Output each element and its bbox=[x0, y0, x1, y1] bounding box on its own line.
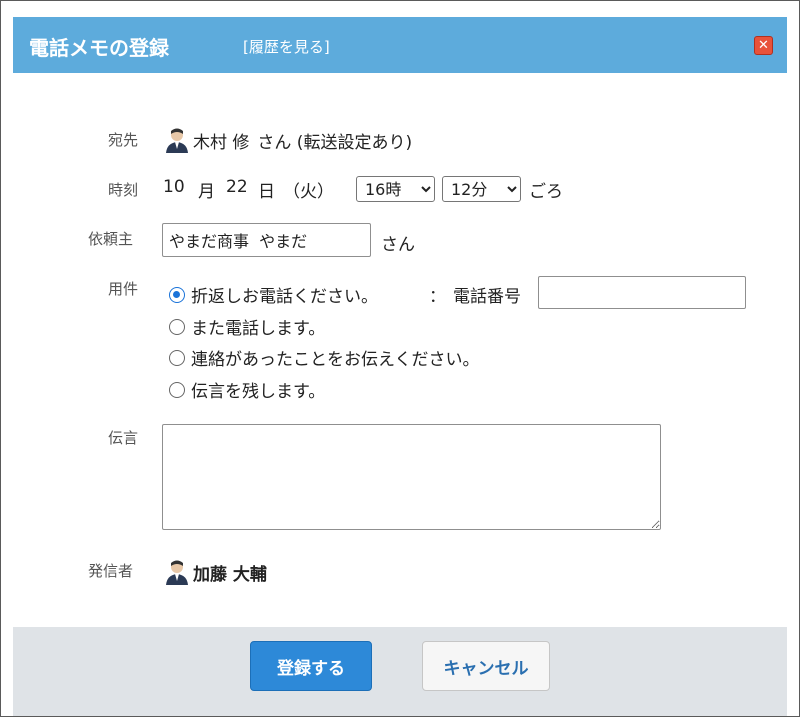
dialog-footer: 登録する キャンセル bbox=[13, 627, 787, 716]
recipient-name: 木村 修 bbox=[193, 132, 250, 153]
phone-number-label: 電話番号 bbox=[453, 287, 521, 307]
purpose-option-label: 伝言を残します。 bbox=[191, 382, 326, 402]
sender-value: 加藤 大輔 bbox=[165, 559, 267, 585]
phone-memo-dialog: 電話メモの登録 [履歴を見る] ✕ 宛先 木村 修 さん (転送設定あり) 時刻… bbox=[0, 0, 800, 717]
view-history-link[interactable]: [履歴を見る] bbox=[243, 36, 330, 57]
phone-separator: ： bbox=[429, 287, 446, 307]
hour-select[interactable]: 16時 bbox=[356, 176, 435, 202]
time-weekday: （火） bbox=[283, 182, 334, 202]
time-day-unit: 日 bbox=[258, 182, 275, 202]
purpose-label: 用件 bbox=[108, 280, 139, 298]
time-suffix: ごろ bbox=[529, 182, 563, 202]
purpose-option-leave-message[interactable]: 伝言を残します。 bbox=[169, 377, 325, 402]
user-avatar-icon bbox=[166, 128, 188, 153]
recipient-value: 木村 修 さん (転送設定あり) bbox=[165, 127, 412, 153]
requester-input[interactable] bbox=[162, 223, 371, 257]
user-avatar-icon bbox=[166, 560, 188, 585]
time-month: 10 bbox=[163, 177, 185, 197]
purpose-option-callback[interactable]: 折返しお電話ください。 bbox=[169, 282, 378, 307]
minute-select[interactable]: 12分 bbox=[442, 176, 521, 202]
purpose-option-call-again[interactable]: また電話します。 bbox=[169, 314, 325, 339]
message-label: 伝言 bbox=[108, 429, 139, 447]
radio-checked[interactable] bbox=[169, 286, 185, 303]
message-textarea[interactable] bbox=[162, 424, 661, 530]
requester-suffix: さん bbox=[381, 235, 415, 255]
radio-unchecked[interactable] bbox=[169, 349, 185, 366]
recipient-suffix: さん (転送設定あり) bbox=[257, 132, 413, 153]
time-month-unit: 月 bbox=[198, 182, 215, 202]
recipient-label: 宛先 bbox=[108, 131, 139, 149]
time-label: 時刻 bbox=[108, 181, 139, 199]
radio-unchecked[interactable] bbox=[169, 381, 185, 398]
close-icon[interactable]: ✕ bbox=[754, 36, 773, 55]
purpose-option-pass-message[interactable]: 連絡があったことをお伝えください。 bbox=[169, 345, 480, 370]
phone-number-input[interactable] bbox=[538, 276, 746, 309]
sender-name: 加藤 大輔 bbox=[193, 564, 267, 585]
time-day: 22 bbox=[226, 177, 248, 197]
dialog-title: 電話メモの登録 bbox=[29, 36, 169, 60]
radio-unchecked[interactable] bbox=[169, 318, 185, 335]
sender-label: 発信者 bbox=[88, 562, 134, 580]
cancel-button[interactable]: キャンセル bbox=[422, 641, 550, 691]
purpose-option-label: また電話します。 bbox=[191, 319, 326, 339]
purpose-option-label: 連絡があったことをお伝えください。 bbox=[191, 350, 480, 370]
purpose-option-label: 折返しお電話ください。 bbox=[191, 287, 378, 307]
dialog-header: 電話メモの登録 [履歴を見る] ✕ bbox=[13, 17, 787, 73]
requester-label: 依頼主 bbox=[88, 230, 134, 248]
register-button[interactable]: 登録する bbox=[250, 641, 372, 691]
